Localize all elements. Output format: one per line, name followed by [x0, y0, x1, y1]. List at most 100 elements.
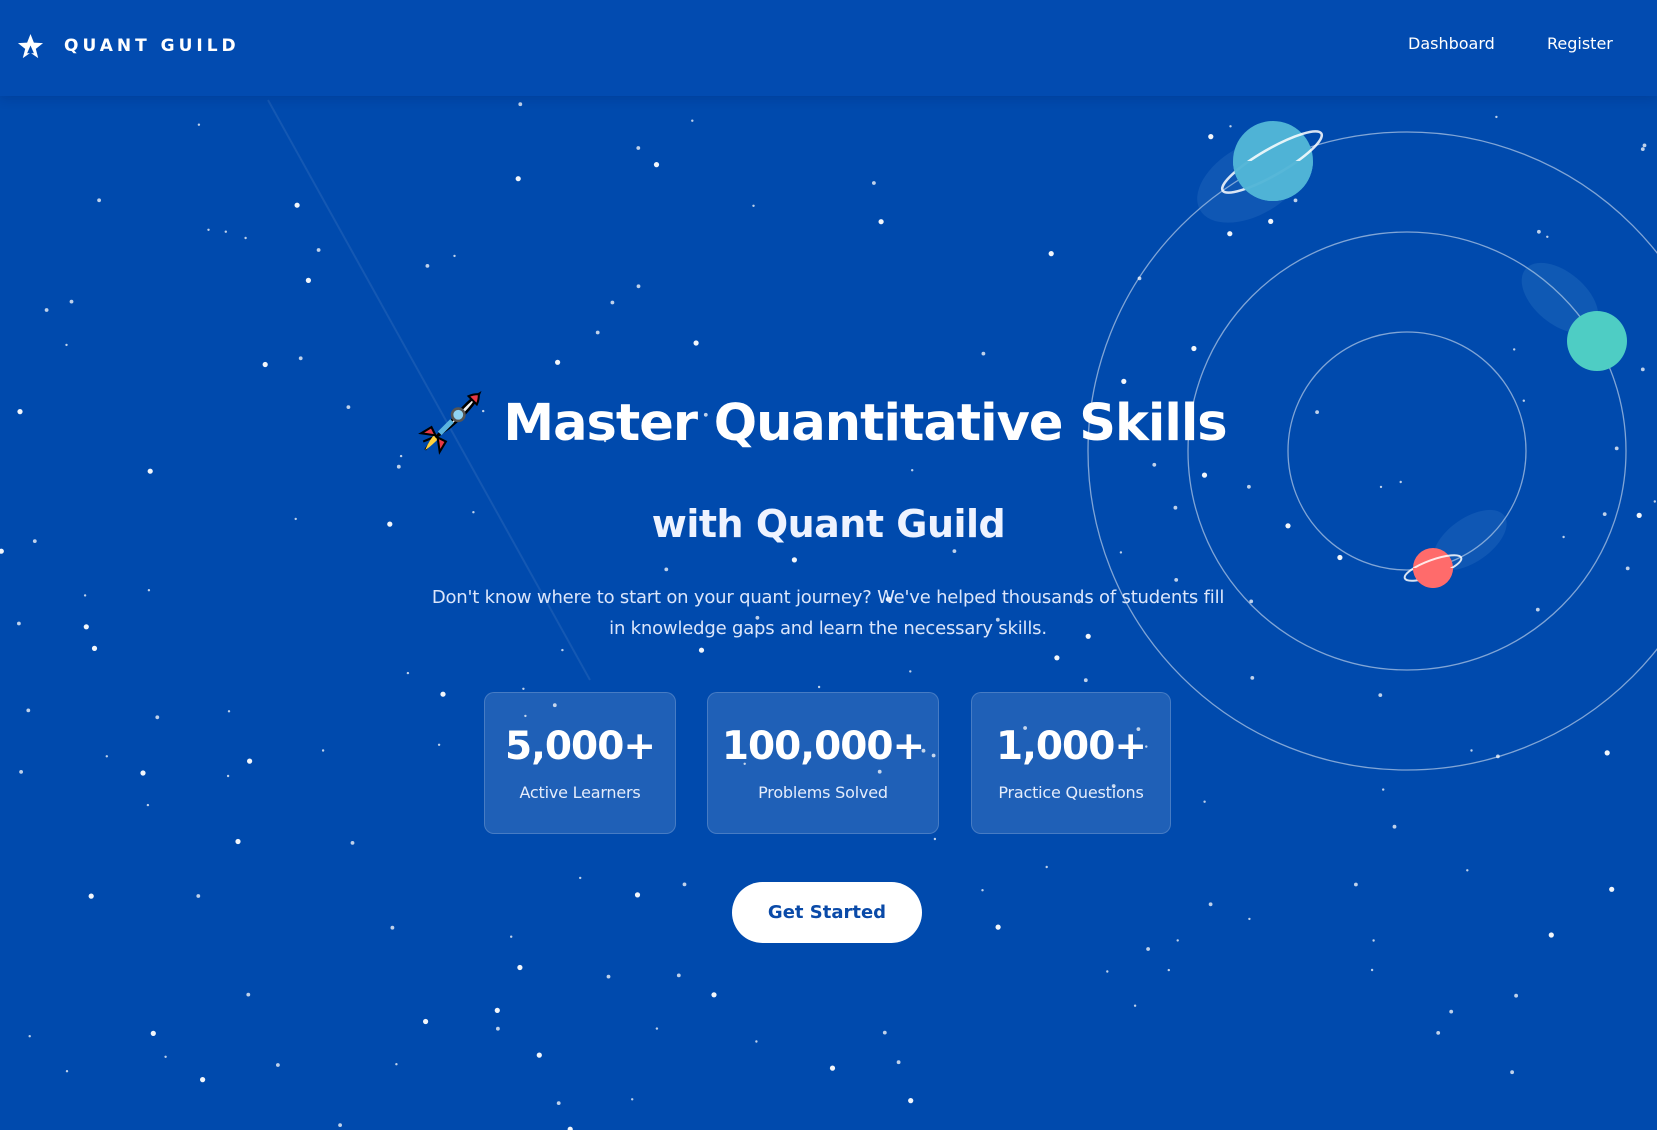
- star-dot: [878, 219, 884, 225]
- star-dot: [19, 770, 23, 774]
- star-dot: [1449, 1009, 1454, 1014]
- hero-description: Don't know where to start on your quant …: [431, 587, 1225, 639]
- star-dot: [1167, 968, 1171, 972]
- star-dot: [755, 1040, 758, 1043]
- star-dot: [1250, 676, 1255, 680]
- get-started-button[interactable]: Get Started: [732, 882, 922, 943]
- star-dot: [1642, 143, 1647, 148]
- star-dot: [1248, 917, 1251, 921]
- stat-label: Practice Questions: [998, 783, 1144, 802]
- star-dot: [150, 1030, 156, 1036]
- star-dot: [425, 264, 430, 268]
- star-dot: [1510, 1070, 1514, 1075]
- star-dot: [791, 557, 798, 563]
- star-dot: [69, 299, 74, 304]
- star-dot: [1436, 1031, 1441, 1035]
- star-dot: [305, 277, 311, 283]
- star-dot: [518, 102, 523, 107]
- star-dot: [227, 710, 231, 713]
- star-dot: [226, 774, 230, 778]
- starfield-background: [0, 99, 1657, 1130]
- star-dot: [634, 892, 641, 898]
- hero-subtitle: with Quant Guild: [651, 502, 1006, 546]
- hero-title-text: Master Quantitative Skills: [503, 393, 1227, 453]
- star-dot: [1625, 566, 1630, 571]
- star-dot: [655, 1027, 659, 1030]
- star-dot: [196, 894, 201, 898]
- star-dot: [147, 468, 153, 474]
- star-dot: [83, 624, 89, 630]
- star-dot: [631, 1098, 634, 1101]
- star-dot: [262, 361, 268, 368]
- star-dot: [676, 973, 681, 978]
- star-dot: [882, 1030, 887, 1035]
- star-dot: [235, 838, 241, 845]
- star-dot: [423, 1018, 429, 1025]
- star-dot: [636, 146, 641, 150]
- star-dot: [1470, 749, 1473, 752]
- star-dot: [440, 691, 446, 697]
- star-dot: [1203, 800, 1206, 803]
- star-dot: [155, 715, 160, 720]
- star-dot: [817, 685, 821, 689]
- star-dot: [224, 230, 227, 233]
- star-dot: [1372, 939, 1375, 942]
- star-dot: [693, 340, 699, 346]
- star-dot: [197, 123, 201, 126]
- star-dot: [1378, 693, 1383, 697]
- star-dot: [91, 645, 98, 652]
- stat-card-questions: 1,000+ Practice Questions: [971, 692, 1171, 834]
- orbit-decoration: [1087, 121, 1657, 771]
- hero-title: Master Quantitative Skills: [0, 378, 1657, 468]
- star-dot: [276, 1063, 280, 1067]
- star-dot: [246, 992, 251, 997]
- star-dot: [896, 1060, 901, 1065]
- nav-register-link[interactable]: Register: [1547, 34, 1613, 58]
- star-dot: [406, 671, 410, 675]
- star-dot: [1535, 607, 1540, 612]
- star-dot: [147, 589, 151, 592]
- star-dot: [494, 1007, 500, 1014]
- star-dot: [88, 893, 94, 899]
- star-dot: [17, 621, 21, 626]
- stat-card-learners: 5,000+ Active Learners: [484, 692, 676, 834]
- star-dot: [510, 935, 513, 938]
- stat-label: Problems Solved: [758, 783, 888, 802]
- star-dot: [1249, 599, 1254, 604]
- star-dot: [1054, 655, 1060, 661]
- star-dot: [437, 743, 441, 746]
- star-dot: [872, 181, 876, 185]
- brand-name: QUANT GUILD: [64, 36, 240, 56]
- star-dot: [682, 882, 687, 887]
- star-dot: [65, 1070, 69, 1073]
- star-dot: [1048, 251, 1054, 257]
- star-dot: [200, 1077, 206, 1083]
- star-dot: [1133, 1004, 1137, 1007]
- star-dot: [1045, 865, 1048, 869]
- star-dot: [44, 308, 49, 312]
- star-logo-icon: [17, 33, 44, 58]
- star-dot: [1513, 348, 1516, 351]
- star-dot: [567, 1126, 573, 1130]
- star-dot: [1548, 932, 1554, 938]
- stat-label: Active Learners: [519, 783, 641, 802]
- nav-dashboard-link[interactable]: Dashboard: [1408, 34, 1495, 58]
- star-dot: [321, 749, 325, 752]
- star-dot: [909, 670, 912, 673]
- star-dot: [995, 924, 1001, 930]
- stat-value: 100,000+: [721, 724, 925, 769]
- star-dot: [636, 284, 641, 289]
- star-dot: [561, 648, 564, 652]
- star-dot: [908, 1098, 914, 1104]
- star-dot: [711, 992, 717, 998]
- star-dot: [981, 351, 986, 356]
- star-dot: [579, 876, 582, 880]
- star-dot: [1370, 968, 1374, 972]
- brand-home-link[interactable]: QUANT GUILD: [17, 30, 240, 62]
- star-dot: [1176, 939, 1179, 942]
- star-dot: [1496, 754, 1500, 759]
- star-dot: [1293, 198, 1298, 203]
- star-dot: [83, 594, 87, 597]
- star-dot: [1379, 485, 1383, 489]
- star-dot: [1392, 824, 1397, 829]
